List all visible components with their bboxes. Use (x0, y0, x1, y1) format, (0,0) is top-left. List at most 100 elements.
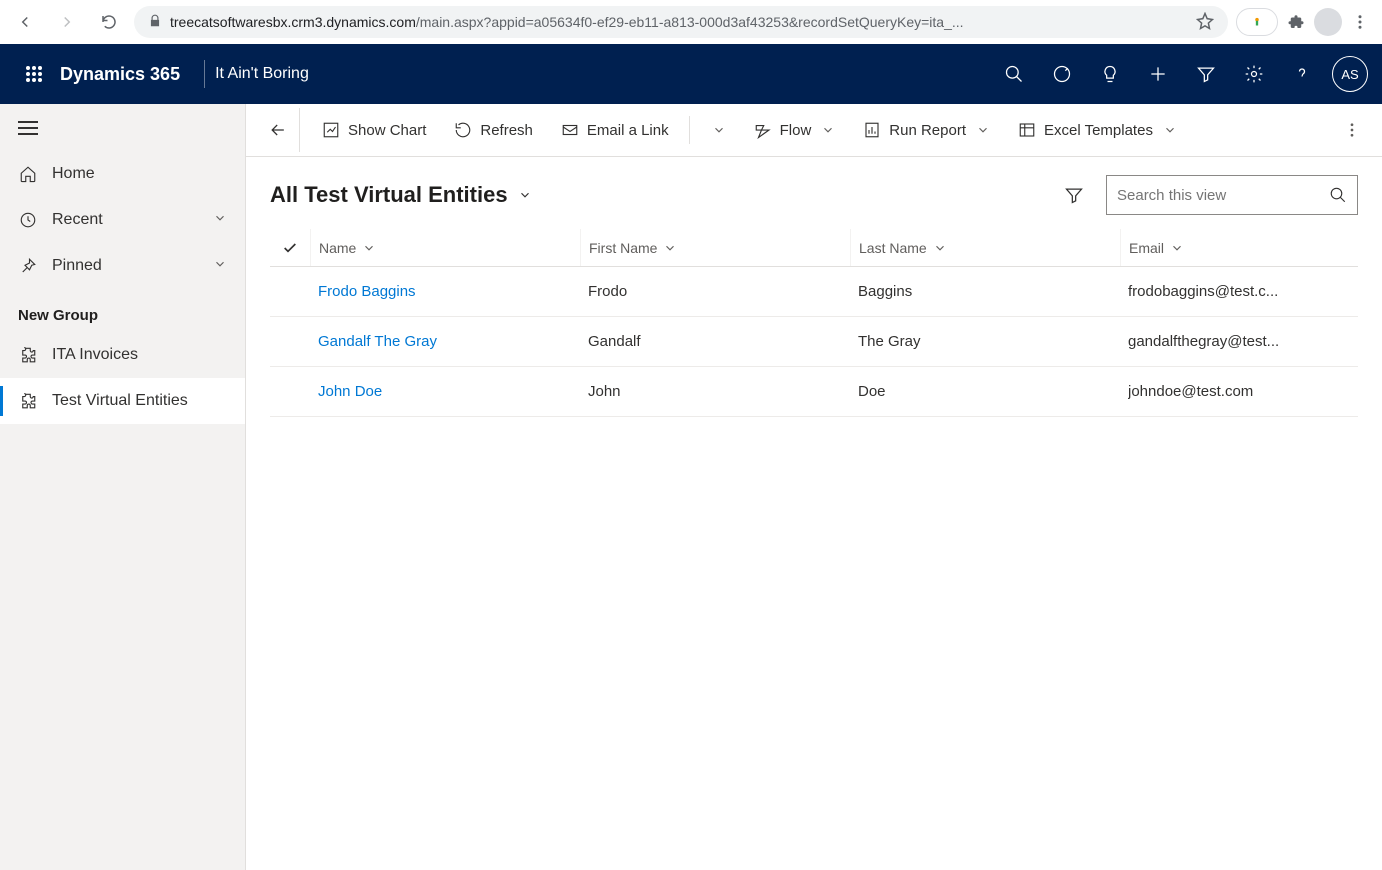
select-all-checkbox[interactable] (270, 240, 310, 256)
header-divider (204, 60, 205, 88)
cmd-label: Email a Link (587, 122, 669, 139)
cmd-label: Flow (780, 122, 812, 139)
cell-last: Doe (858, 383, 886, 400)
col-label: First Name (589, 240, 657, 256)
chevron-down-icon (933, 241, 947, 255)
table-row[interactable]: Gandalf The Gray Gandalf The Gray gandal… (270, 317, 1358, 367)
chevron-down-icon (213, 211, 227, 230)
extension-icon[interactable] (1236, 8, 1278, 36)
content-area: Show Chart Refresh Email a Link Flow (246, 104, 1382, 870)
nav-home[interactable]: Home (0, 151, 245, 197)
chevron-down-icon (1170, 241, 1184, 255)
column-filter-button[interactable] (1054, 175, 1094, 215)
back-button[interactable] (256, 108, 300, 152)
cell-last: Baggins (858, 283, 912, 300)
browser-toolbar: treecatsoftwaresbx.crm3.dynamics.com/mai… (0, 0, 1382, 44)
record-link[interactable]: Gandalf The Gray (318, 333, 437, 350)
cell-last: The Gray (858, 333, 921, 350)
email-link-dropdown[interactable] (698, 108, 738, 152)
search-icon[interactable] (990, 50, 1038, 98)
address-bar[interactable]: treecatsoftwaresbx.crm3.dynamics.com/mai… (134, 6, 1228, 38)
site-map: Home Recent Pinned New Group ITA (0, 104, 246, 870)
column-header-last-name[interactable]: Last Name (850, 229, 1120, 266)
product-name[interactable]: Dynamics 365 (60, 64, 180, 85)
chevron-down-icon (518, 188, 532, 202)
browser-forward-button[interactable] (50, 5, 84, 39)
chevron-down-icon (213, 257, 227, 276)
app-launcher-icon[interactable] (14, 65, 54, 83)
puzzle-icon (18, 346, 38, 364)
search-box[interactable] (1106, 175, 1358, 215)
grid-header-row: Name First Name Last Name Email (270, 229, 1358, 267)
col-label: Email (1129, 240, 1164, 256)
command-bar: Show Chart Refresh Email a Link Flow (246, 104, 1382, 157)
lock-icon (148, 14, 162, 31)
cell-first: John (588, 383, 621, 400)
column-header-first-name[interactable]: First Name (580, 229, 850, 266)
table-row[interactable]: Frodo Baggins Frodo Baggins frodobaggins… (270, 267, 1358, 317)
nav-group-new: New Group (0, 289, 245, 332)
url-path: /main.aspx?appid=a05634f0-ef29-eb11-a813… (416, 14, 964, 30)
column-header-email[interactable]: Email (1120, 229, 1358, 266)
view-title: All Test Virtual Entities (270, 182, 508, 208)
puzzle-icon (18, 392, 38, 410)
app-name[interactable]: It Ain't Boring (215, 65, 309, 83)
url-host: treecatsoftwaresbx.crm3.dynamics.com (170, 14, 416, 30)
nav-recent-label: Recent (52, 211, 103, 229)
search-icon (1329, 186, 1347, 204)
record-link[interactable]: John Doe (318, 383, 382, 400)
cmd-label: Run Report (889, 122, 966, 139)
cell-first: Gandalf (588, 333, 641, 350)
nav-pinned-label: Pinned (52, 257, 102, 275)
flow-button[interactable]: Flow (742, 108, 848, 152)
excel-templates-button[interactable]: Excel Templates (1006, 108, 1189, 152)
browser-reload-button[interactable] (92, 5, 126, 39)
pin-icon (18, 257, 38, 275)
cmd-label: Show Chart (348, 122, 426, 139)
home-icon (18, 165, 38, 183)
record-link[interactable]: Frodo Baggins (318, 283, 416, 300)
run-report-button[interactable]: Run Report (851, 108, 1002, 152)
nav-ita-invoices[interactable]: ITA Invoices (0, 332, 245, 378)
browser-menu-icon[interactable] (1346, 8, 1374, 36)
gear-icon[interactable] (1230, 50, 1278, 98)
cmd-label: Excel Templates (1044, 122, 1153, 139)
nav-home-label: Home (52, 165, 95, 183)
filter-icon[interactable] (1182, 50, 1230, 98)
show-chart-button[interactable]: Show Chart (310, 108, 438, 152)
view-header: All Test Virtual Entities (246, 157, 1382, 229)
col-label: Last Name (859, 240, 927, 256)
nav-item-label: ITA Invoices (52, 346, 138, 364)
divider (689, 116, 690, 144)
search-input[interactable] (1117, 187, 1329, 204)
email-link-button[interactable]: Email a Link (549, 108, 681, 152)
browser-profile-avatar[interactable] (1314, 8, 1342, 36)
nav-pinned[interactable]: Pinned (0, 243, 245, 289)
cell-email: johndoe@test.com (1128, 383, 1253, 400)
col-label: Name (319, 240, 356, 256)
nav-item-label: Test Virtual Entities (52, 392, 188, 410)
cell-email: frodobaggins@test.c... (1128, 283, 1278, 300)
view-selector[interactable]: All Test Virtual Entities (270, 182, 532, 208)
nav-test-virtual-entities[interactable]: Test Virtual Entities (0, 378, 245, 424)
refresh-button[interactable]: Refresh (442, 108, 545, 152)
bookmark-star-icon[interactable] (1196, 12, 1214, 33)
collapse-nav-icon[interactable] (0, 110, 245, 151)
browser-extensions (1236, 8, 1374, 36)
assistant-icon[interactable] (1038, 50, 1086, 98)
help-icon[interactable] (1278, 50, 1326, 98)
cell-email: gandalfthegray@test... (1128, 333, 1279, 350)
add-icon[interactable] (1134, 50, 1182, 98)
nav-recent[interactable]: Recent (0, 197, 245, 243)
more-commands-button[interactable] (1332, 121, 1372, 139)
extensions-puzzle-icon[interactable] (1282, 8, 1310, 36)
user-avatar[interactable]: AS (1332, 56, 1368, 92)
table-row[interactable]: John Doe John Doe johndoe@test.com (270, 367, 1358, 417)
data-grid: Name First Name Last Name Email (246, 229, 1382, 417)
app-header: Dynamics 365 It Ain't Boring AS (0, 44, 1382, 104)
browser-back-button[interactable] (8, 5, 42, 39)
lightbulb-icon[interactable] (1086, 50, 1134, 98)
clock-icon (18, 211, 38, 229)
cmd-label: Refresh (480, 122, 533, 139)
column-header-name[interactable]: Name (310, 229, 580, 266)
